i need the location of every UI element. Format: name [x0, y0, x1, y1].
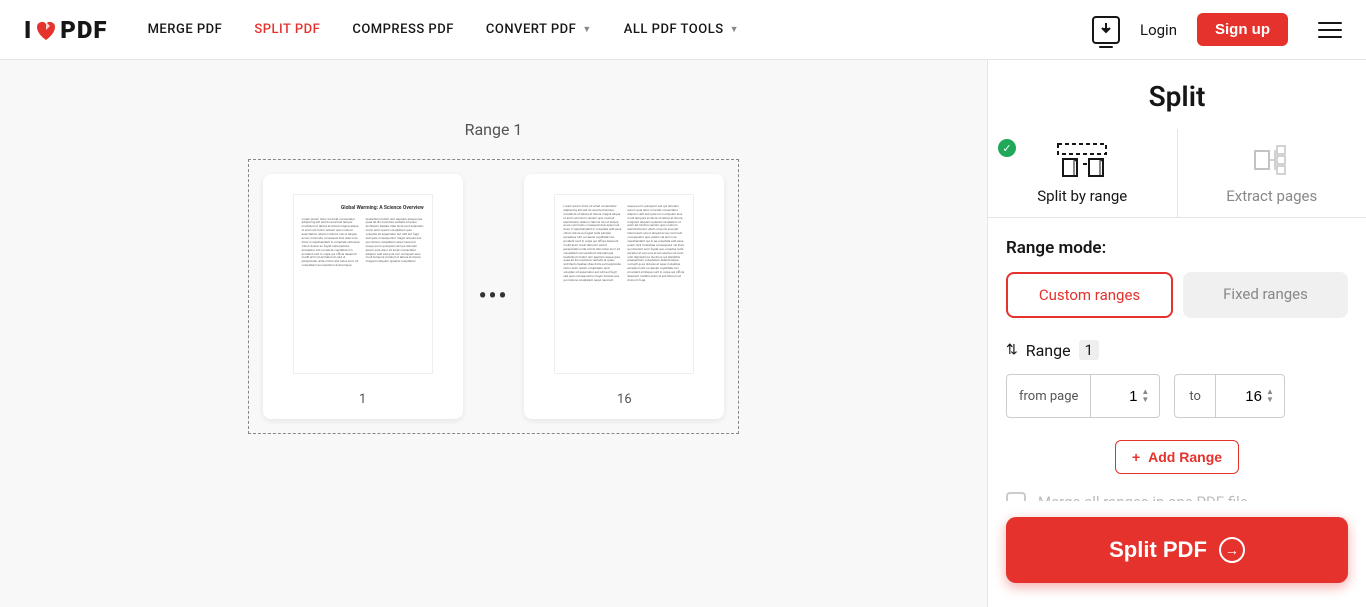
custom-ranges-button[interactable]: Custom ranges	[1006, 272, 1173, 318]
main-area: Range 1 Global Warming: A Science Overvi…	[0, 60, 1366, 607]
from-spinner[interactable]: ▲▼	[1141, 375, 1159, 417]
tab-label: Extract pages	[1226, 187, 1317, 205]
header-right: Login Sign up	[1092, 13, 1342, 46]
range-header: ⇅ Range 1	[1006, 340, 1348, 360]
doc-title: Global Warming: A Science Overview	[302, 205, 424, 212]
login-link[interactable]: Login	[1140, 21, 1177, 39]
sidebar-title: Split	[988, 60, 1366, 129]
preview-zone: Range 1 Global Warming: A Science Overvi…	[0, 60, 987, 607]
caret-down-icon: ▼	[730, 24, 739, 35]
page-thumbnail: Global Warming: A Science Overview Lorem…	[293, 194, 433, 374]
tab-extract-pages[interactable]: Extract pages	[1178, 129, 1366, 217]
nav-all-tools[interactable]: ALL PDF TOOLS ▼	[624, 22, 739, 37]
nav-compress[interactable]: COMPRESS PDF	[352, 22, 454, 37]
fixed-ranges-button[interactable]: Fixed ranges	[1183, 272, 1348, 318]
range-mode-label: Range mode:	[1006, 238, 1348, 258]
logo[interactable]: I PDF	[24, 16, 108, 44]
page-number: 1	[359, 392, 366, 407]
page-range-inputs: from page ▲▼ to ▲▼	[1006, 374, 1348, 418]
header-left: I PDF MERGE PDF SPLIT PDF COMPRESS PDF C…	[24, 16, 739, 44]
signup-button[interactable]: Sign up	[1197, 13, 1288, 46]
app-header: I PDF MERGE PDF SPLIT PDF COMPRESS PDF C…	[0, 0, 1366, 60]
check-icon: ✓	[998, 139, 1016, 157]
logo-text-pre: I	[24, 16, 32, 44]
range-word: Range	[1026, 341, 1071, 360]
nav-convert[interactable]: CONVERT PDF ▼	[486, 22, 592, 37]
page-card-first[interactable]: Global Warming: A Science Overview Lorem…	[263, 174, 463, 419]
caret-down-icon: ▼	[582, 24, 591, 35]
page-card-last[interactable]: Lorem ipsum dolor sit amet consectetur a…	[524, 174, 724, 419]
mode-tabs: ✓ Split by range	[988, 129, 1366, 218]
add-range-label: Add Range	[1148, 449, 1222, 465]
action-bar: Split PDF →	[988, 501, 1366, 607]
split-range-icon	[1057, 143, 1107, 177]
nav-merge[interactable]: MERGE PDF	[148, 22, 223, 37]
hamburger-menu-icon[interactable]	[1318, 22, 1342, 38]
split-pdf-button[interactable]: Split PDF →	[1006, 517, 1348, 583]
add-range-button[interactable]: + Add Range	[1115, 440, 1239, 474]
extract-pages-icon	[1247, 143, 1297, 177]
from-label: from page	[1007, 375, 1091, 417]
add-range-wrap: + Add Range	[1006, 440, 1348, 474]
range-title: Range 1	[465, 120, 523, 139]
heart-icon	[34, 19, 58, 41]
to-label: to	[1175, 375, 1216, 417]
main-nav: MERGE PDF SPLIT PDF COMPRESS PDF CONVERT…	[148, 22, 739, 37]
download-desktop-icon[interactable]	[1092, 16, 1120, 44]
tab-label: Split by range	[1037, 187, 1127, 205]
split-button-label: Split PDF	[1109, 537, 1207, 563]
merge-option-row[interactable]: Merge all ranges in one PDF file.	[1006, 492, 1348, 501]
range-mode-buttons: Custom ranges Fixed ranges	[1006, 272, 1348, 318]
to-page-group: to ▲▼	[1174, 374, 1285, 418]
merge-checkbox[interactable]	[1006, 492, 1026, 501]
page-thumbnail: Lorem ipsum dolor sit amet consectetur a…	[554, 194, 694, 374]
page-number: 16	[617, 392, 632, 407]
reorder-icon[interactable]: ⇅	[1006, 342, 1018, 358]
to-page-input[interactable]	[1216, 375, 1266, 417]
nav-all-label: ALL PDF TOOLS	[624, 22, 724, 37]
tab-split-by-range[interactable]: ✓ Split by range	[988, 129, 1178, 217]
range-preview-box: Global Warming: A Science Overview Lorem…	[248, 159, 740, 434]
from-page-group: from page ▲▼	[1006, 374, 1160, 418]
download-arrow-icon	[1099, 23, 1113, 37]
nav-convert-label: CONVERT PDF	[486, 22, 576, 37]
nav-split[interactable]: SPLIT PDF	[254, 22, 320, 37]
ellipsis-icon: •••	[479, 284, 509, 309]
arrow-right-circle-icon: →	[1219, 537, 1245, 563]
options-panel: Range mode: Custom ranges Fixed ranges ⇅…	[988, 218, 1366, 501]
plus-icon: +	[1132, 449, 1140, 465]
range-number-badge: 1	[1079, 340, 1099, 360]
logo-text-post: PDF	[60, 16, 107, 44]
options-sidebar: Split ✓ Split by range	[987, 60, 1366, 607]
to-spinner[interactable]: ▲▼	[1266, 375, 1284, 417]
merge-label: Merge all ranges in one PDF file.	[1038, 493, 1252, 501]
from-page-input[interactable]	[1091, 375, 1141, 417]
